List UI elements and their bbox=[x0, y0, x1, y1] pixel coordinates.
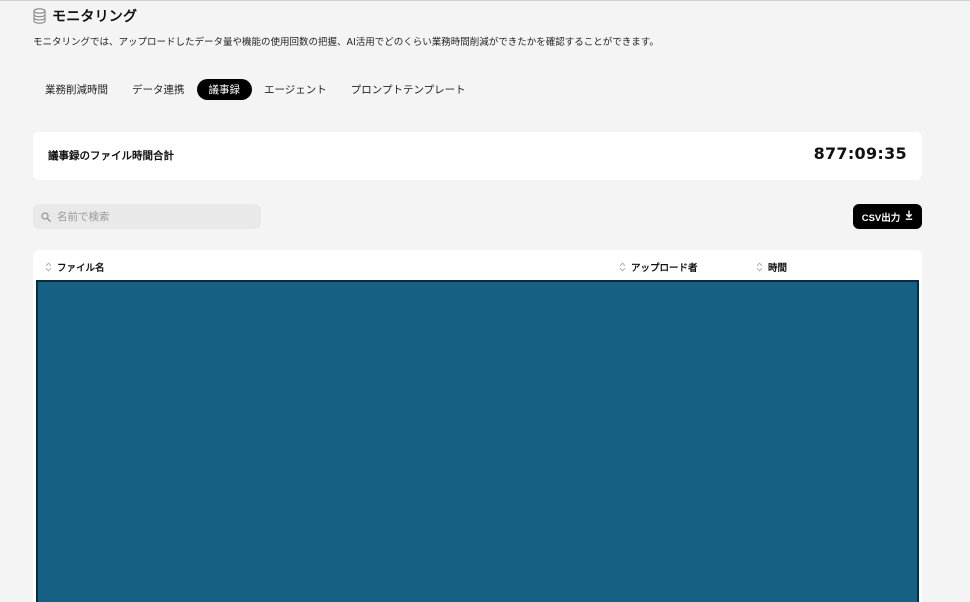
column-label-uploader: アップロード者 bbox=[631, 263, 698, 274]
sort-icon bbox=[756, 262, 763, 272]
tab-bar: 業務削減時間 データ連携 議事録 エージェント プロンプトテンプレート bbox=[33, 79, 478, 100]
tab-minutes[interactable]: 議事録 bbox=[196, 79, 252, 100]
page-description: モニタリングでは、アップロードしたデータ量や機能の使用回数の把握、AI活用でどの… bbox=[33, 37, 659, 48]
table-body-redacted bbox=[36, 280, 919, 602]
column-label-time: 時間 bbox=[768, 263, 788, 274]
minutes-table: ファイル名 アップロード者 時間 bbox=[33, 250, 922, 602]
column-header-uploader[interactable]: アップロード者 bbox=[619, 260, 698, 274]
tab-agent[interactable]: エージェント bbox=[252, 79, 339, 100]
column-label-filename: ファイル名 bbox=[57, 263, 105, 274]
sort-icon bbox=[45, 262, 52, 272]
column-header-time[interactable]: 時間 bbox=[756, 260, 787, 274]
search-box[interactable] bbox=[33, 204, 261, 229]
summary-label: 議事録のファイル時間合計 bbox=[48, 150, 174, 162]
summary-value: 877:09:35 bbox=[813, 144, 907, 163]
page-title: モニタリング bbox=[52, 9, 138, 25]
tab-prompt-template[interactable]: プロンプトテンプレート bbox=[339, 79, 478, 100]
summary-card: 議事録のファイル時間合計 877:09:35 bbox=[33, 132, 922, 180]
page-header: モニタリング bbox=[33, 6, 137, 26]
csv-export-label: CSV出力 bbox=[861, 212, 901, 224]
monitoring-page: モニタリング モニタリングでは、アップロードしたデータ量や機能の使用回数の把握、… bbox=[0, 0, 970, 602]
search-icon bbox=[41, 207, 51, 226]
tab-data-integration[interactable]: データ連携 bbox=[120, 79, 197, 100]
csv-export-button[interactable]: CSV出力 bbox=[853, 204, 922, 229]
column-header-filename[interactable]: ファイル名 bbox=[45, 260, 105, 274]
download-icon bbox=[905, 210, 913, 223]
search-input[interactable] bbox=[57, 210, 247, 223]
table-header: ファイル名 アップロード者 時間 bbox=[33, 250, 922, 280]
database-icon bbox=[33, 8, 46, 24]
sort-icon bbox=[619, 262, 626, 272]
tab-time-reduction[interactable]: 業務削減時間 bbox=[33, 79, 120, 100]
